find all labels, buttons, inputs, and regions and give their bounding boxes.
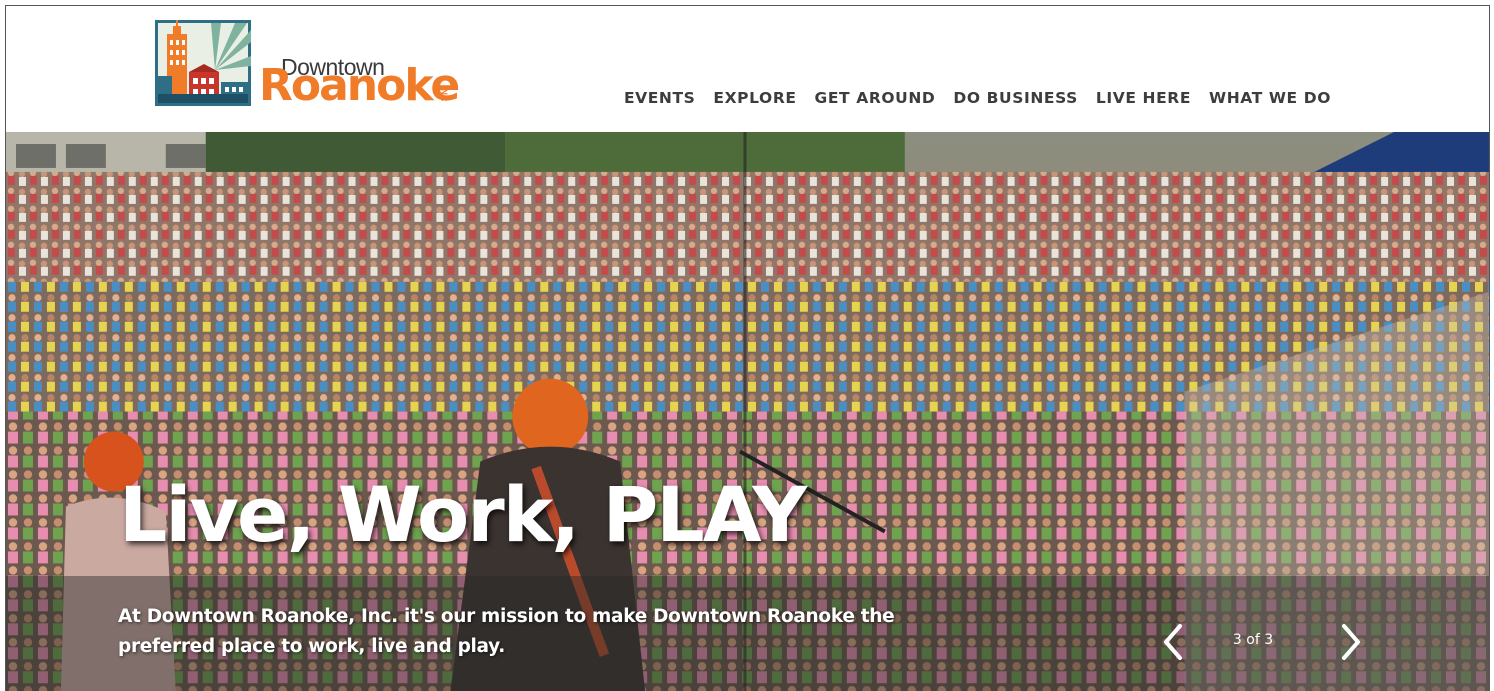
nav-item-what-we-do[interactable]: WHAT WE DO bbox=[1209, 89, 1331, 107]
city-skyline-logo-icon bbox=[155, 20, 251, 106]
logo-text-inc: INC bbox=[439, 86, 449, 102]
logo-text-roanoke: Roanoke bbox=[259, 60, 460, 111]
nav-item-get-around[interactable]: GET AROUND bbox=[815, 89, 936, 107]
hero-subtitle: At Downtown Roanoke, Inc. it's our missi… bbox=[118, 606, 895, 657]
nav-item-do-business[interactable]: DO BUSINESS bbox=[953, 89, 1078, 107]
main-nav: EVENTS EXPLORE GET AROUND DO BUSINESS LI… bbox=[606, 89, 1331, 107]
hero-slider: Live, Work, PLAY At Downtown Roanoke, In… bbox=[6, 132, 1489, 691]
logo-wordmark: Downtown Roanoke INC bbox=[259, 20, 473, 111]
chevron-right-icon[interactable] bbox=[1336, 622, 1366, 662]
nav-item-explore[interactable]: EXPLORE bbox=[713, 89, 796, 107]
hero-title: Live, Work, PLAY bbox=[119, 470, 807, 559]
nav-item-events[interactable]: EVENTS bbox=[624, 89, 695, 107]
slide-counter: 3 of 3 bbox=[1232, 632, 1274, 648]
site-header: Downtown Roanoke INC EVENTS EXPLORE GET … bbox=[6, 6, 1489, 132]
nav-item-live-here[interactable]: LIVE HERE bbox=[1096, 89, 1191, 107]
page-frame: Downtown Roanoke INC EVENTS EXPLORE GET … bbox=[5, 5, 1490, 691]
chevron-left-icon[interactable] bbox=[1158, 622, 1188, 662]
site-logo[interactable]: Downtown Roanoke INC bbox=[155, 20, 475, 110]
